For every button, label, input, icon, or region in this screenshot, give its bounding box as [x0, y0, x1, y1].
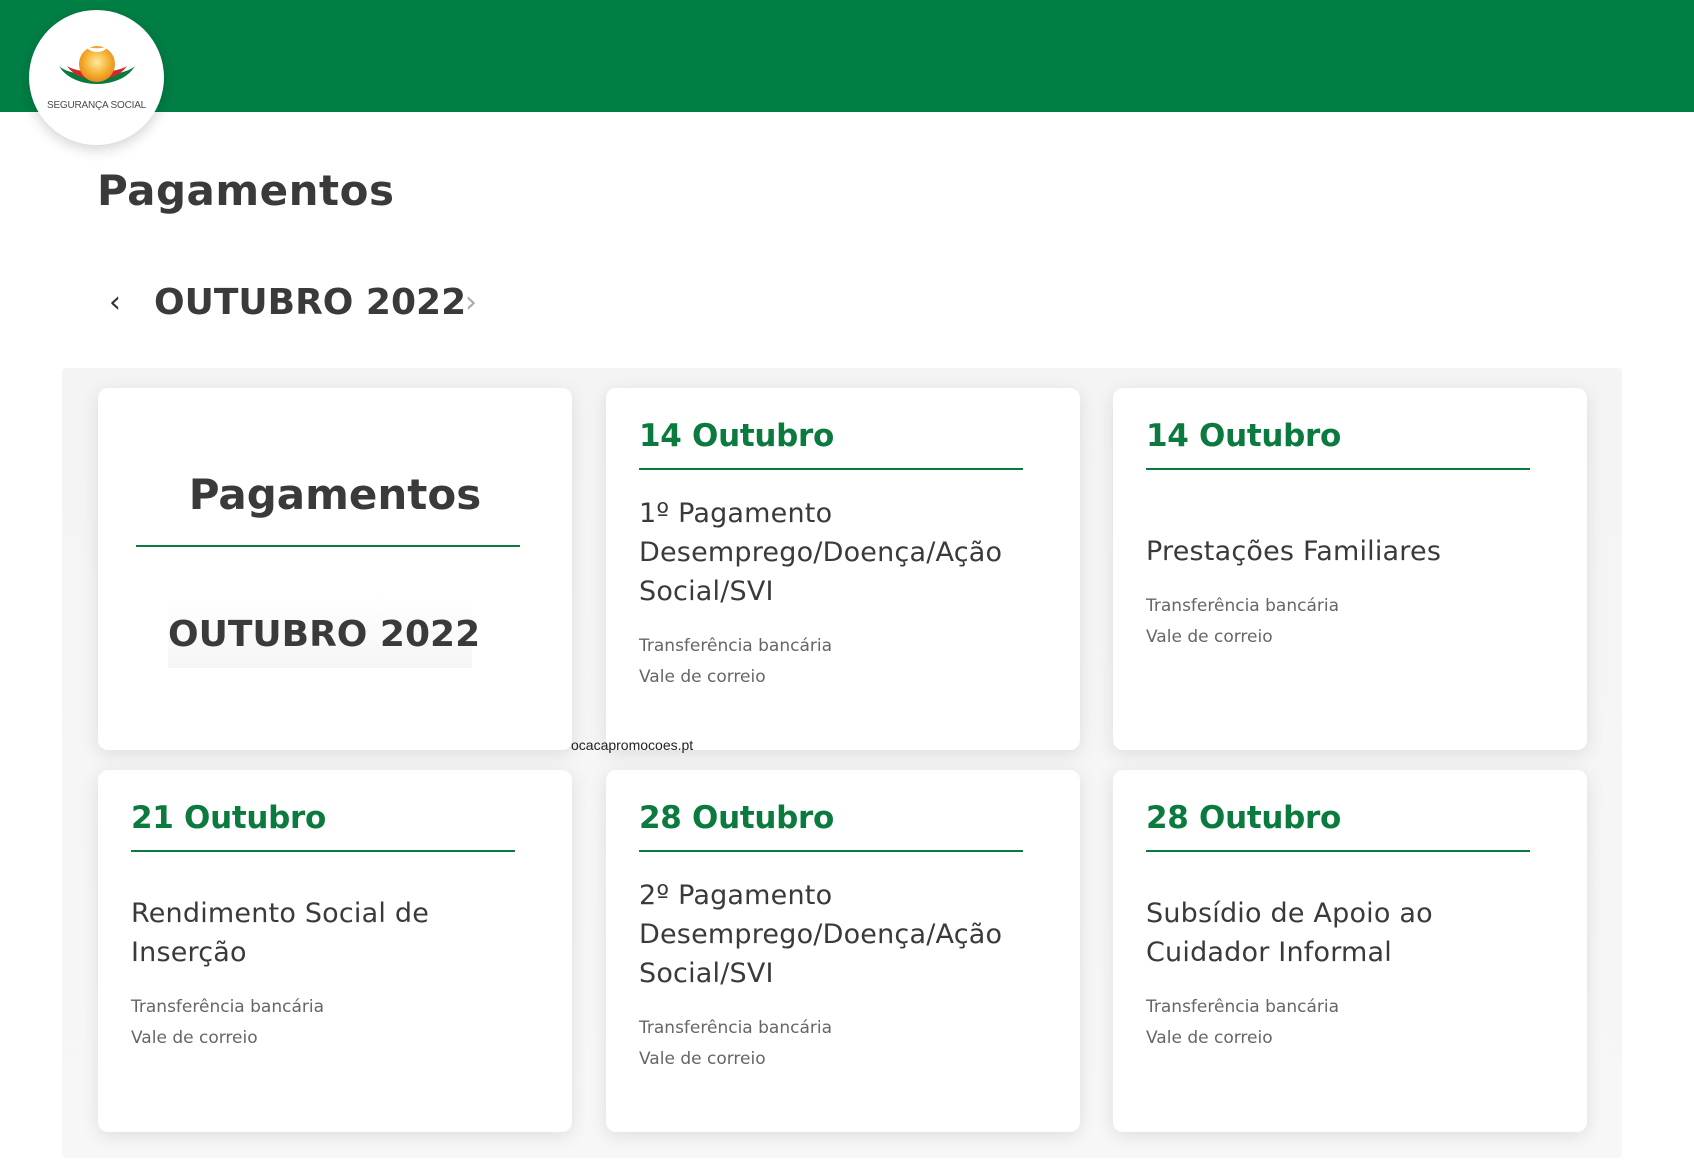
payment-method: Transferência bancária: [1146, 596, 1339, 616]
intro-card-month: OUTUBRO 2022: [168, 614, 481, 655]
payment-title: Prestações Familiares: [1146, 536, 1442, 567]
sun-emblem-icon: [59, 46, 135, 84]
payment-methods: Transferência bancária Vale de correio: [131, 992, 516, 1054]
payment-method: Transferência bancária: [131, 997, 324, 1017]
intro-card: Pagamentos OUTUBRO 2022: [98, 388, 572, 750]
logo-text: SEGURANÇA SOCIAL: [46, 100, 147, 111]
payment-date: 28 Outubro: [639, 800, 835, 836]
chevron-left-icon: ‹: [109, 285, 121, 320]
payment-method: Vale de correio: [639, 1049, 766, 1069]
card-divider: [1146, 850, 1530, 852]
payment-method: Vale de correio: [639, 667, 766, 687]
top-header-bar: [0, 0, 1694, 112]
current-month-label: OUTUBRO 2022: [154, 282, 467, 323]
payment-methods: Transferência bancária Vale de correio: [639, 1013, 1024, 1075]
intro-card-divider: [136, 545, 520, 547]
payment-card[interactable]: 28 Outubro 2º Pagamento Desemprego/Doenç…: [606, 770, 1080, 1132]
card-divider: [639, 468, 1023, 470]
card-divider: [131, 850, 515, 852]
payment-methods: Transferência bancária Vale de correio: [1146, 591, 1531, 653]
payment-method: Vale de correio: [131, 1028, 258, 1048]
seguranca-social-logo[interactable]: SEGURANÇA SOCIAL: [29, 10, 164, 145]
payment-date: 21 Outubro: [131, 800, 327, 836]
payment-date: 14 Outubro: [639, 418, 835, 454]
payment-title: 2º Pagamento Desemprego/Doença/Ação Soci…: [639, 880, 1003, 989]
payment-card[interactable]: 28 Outubro Subsídio de Apoio ao Cuidador…: [1113, 770, 1587, 1132]
watermark-text: ocacapromocoes.pt: [571, 737, 694, 753]
card-divider: [1146, 468, 1530, 470]
payment-title: Rendimento Social de Inserção: [131, 898, 430, 968]
payment-card[interactable]: 14 Outubro Prestações Familiares Transfe…: [1113, 388, 1587, 750]
intro-month-box: OUTUBRO 2022: [168, 596, 481, 668]
payment-date: 14 Outubro: [1146, 418, 1342, 454]
payment-method: Transferência bancária: [639, 636, 832, 656]
payment-title: 1º Pagamento Desemprego/Doença/Ação Soci…: [639, 498, 1003, 607]
payment-date: 28 Outubro: [1146, 800, 1342, 836]
payment-card[interactable]: 21 Outubro Rendimento Social de Inserção…: [98, 770, 572, 1132]
previous-month-button[interactable]: ‹: [102, 288, 128, 318]
intro-card-title: Pagamentos: [188, 470, 482, 519]
payment-method: Vale de correio: [1146, 1028, 1273, 1048]
card-divider: [639, 850, 1023, 852]
payment-title: Subsídio de Apoio ao Cuidador Informal: [1146, 898, 1433, 968]
payment-method: Transferência bancária: [639, 1018, 832, 1038]
payment-method: Vale de correio: [1146, 627, 1273, 647]
page-title: Pagamentos: [97, 166, 395, 215]
chevron-right-icon: ›: [465, 285, 477, 320]
month-navigator: ‹ OUTUBRO 2022 ›: [100, 280, 500, 330]
payment-methods: Transferência bancária Vale de correio: [639, 631, 1024, 693]
next-month-button[interactable]: ›: [458, 288, 484, 318]
payment-method: Transferência bancária: [1146, 997, 1339, 1017]
payment-card[interactable]: 14 Outubro 1º Pagamento Desemprego/Doenç…: [606, 388, 1080, 750]
payment-methods: Transferência bancária Vale de correio: [1146, 992, 1531, 1054]
